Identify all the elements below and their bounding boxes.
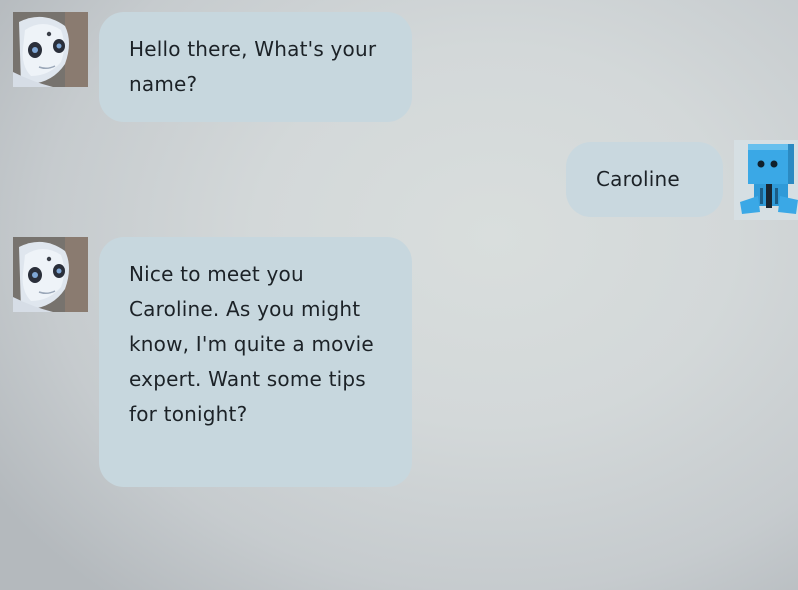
pepper-robot-avatar-icon <box>13 237 88 312</box>
bot-message-bubble: Hello there, What's your name? <box>99 12 412 122</box>
blue-box-robot-avatar-icon <box>734 140 798 220</box>
message-text: Caroline <box>596 167 680 191</box>
message-text: Hello there, What's your name? <box>129 37 377 96</box>
bot-message-bubble: Nice to meet you Caroline. As you might … <box>99 237 412 487</box>
pepper-robot-avatar-icon <box>13 12 88 87</box>
chat-transcript: Hello there, What's your name? Caroline <box>0 0 798 590</box>
message-text: Nice to meet you Caroline. As you might … <box>129 262 374 426</box>
user-message-bubble: Caroline <box>566 142 723 217</box>
